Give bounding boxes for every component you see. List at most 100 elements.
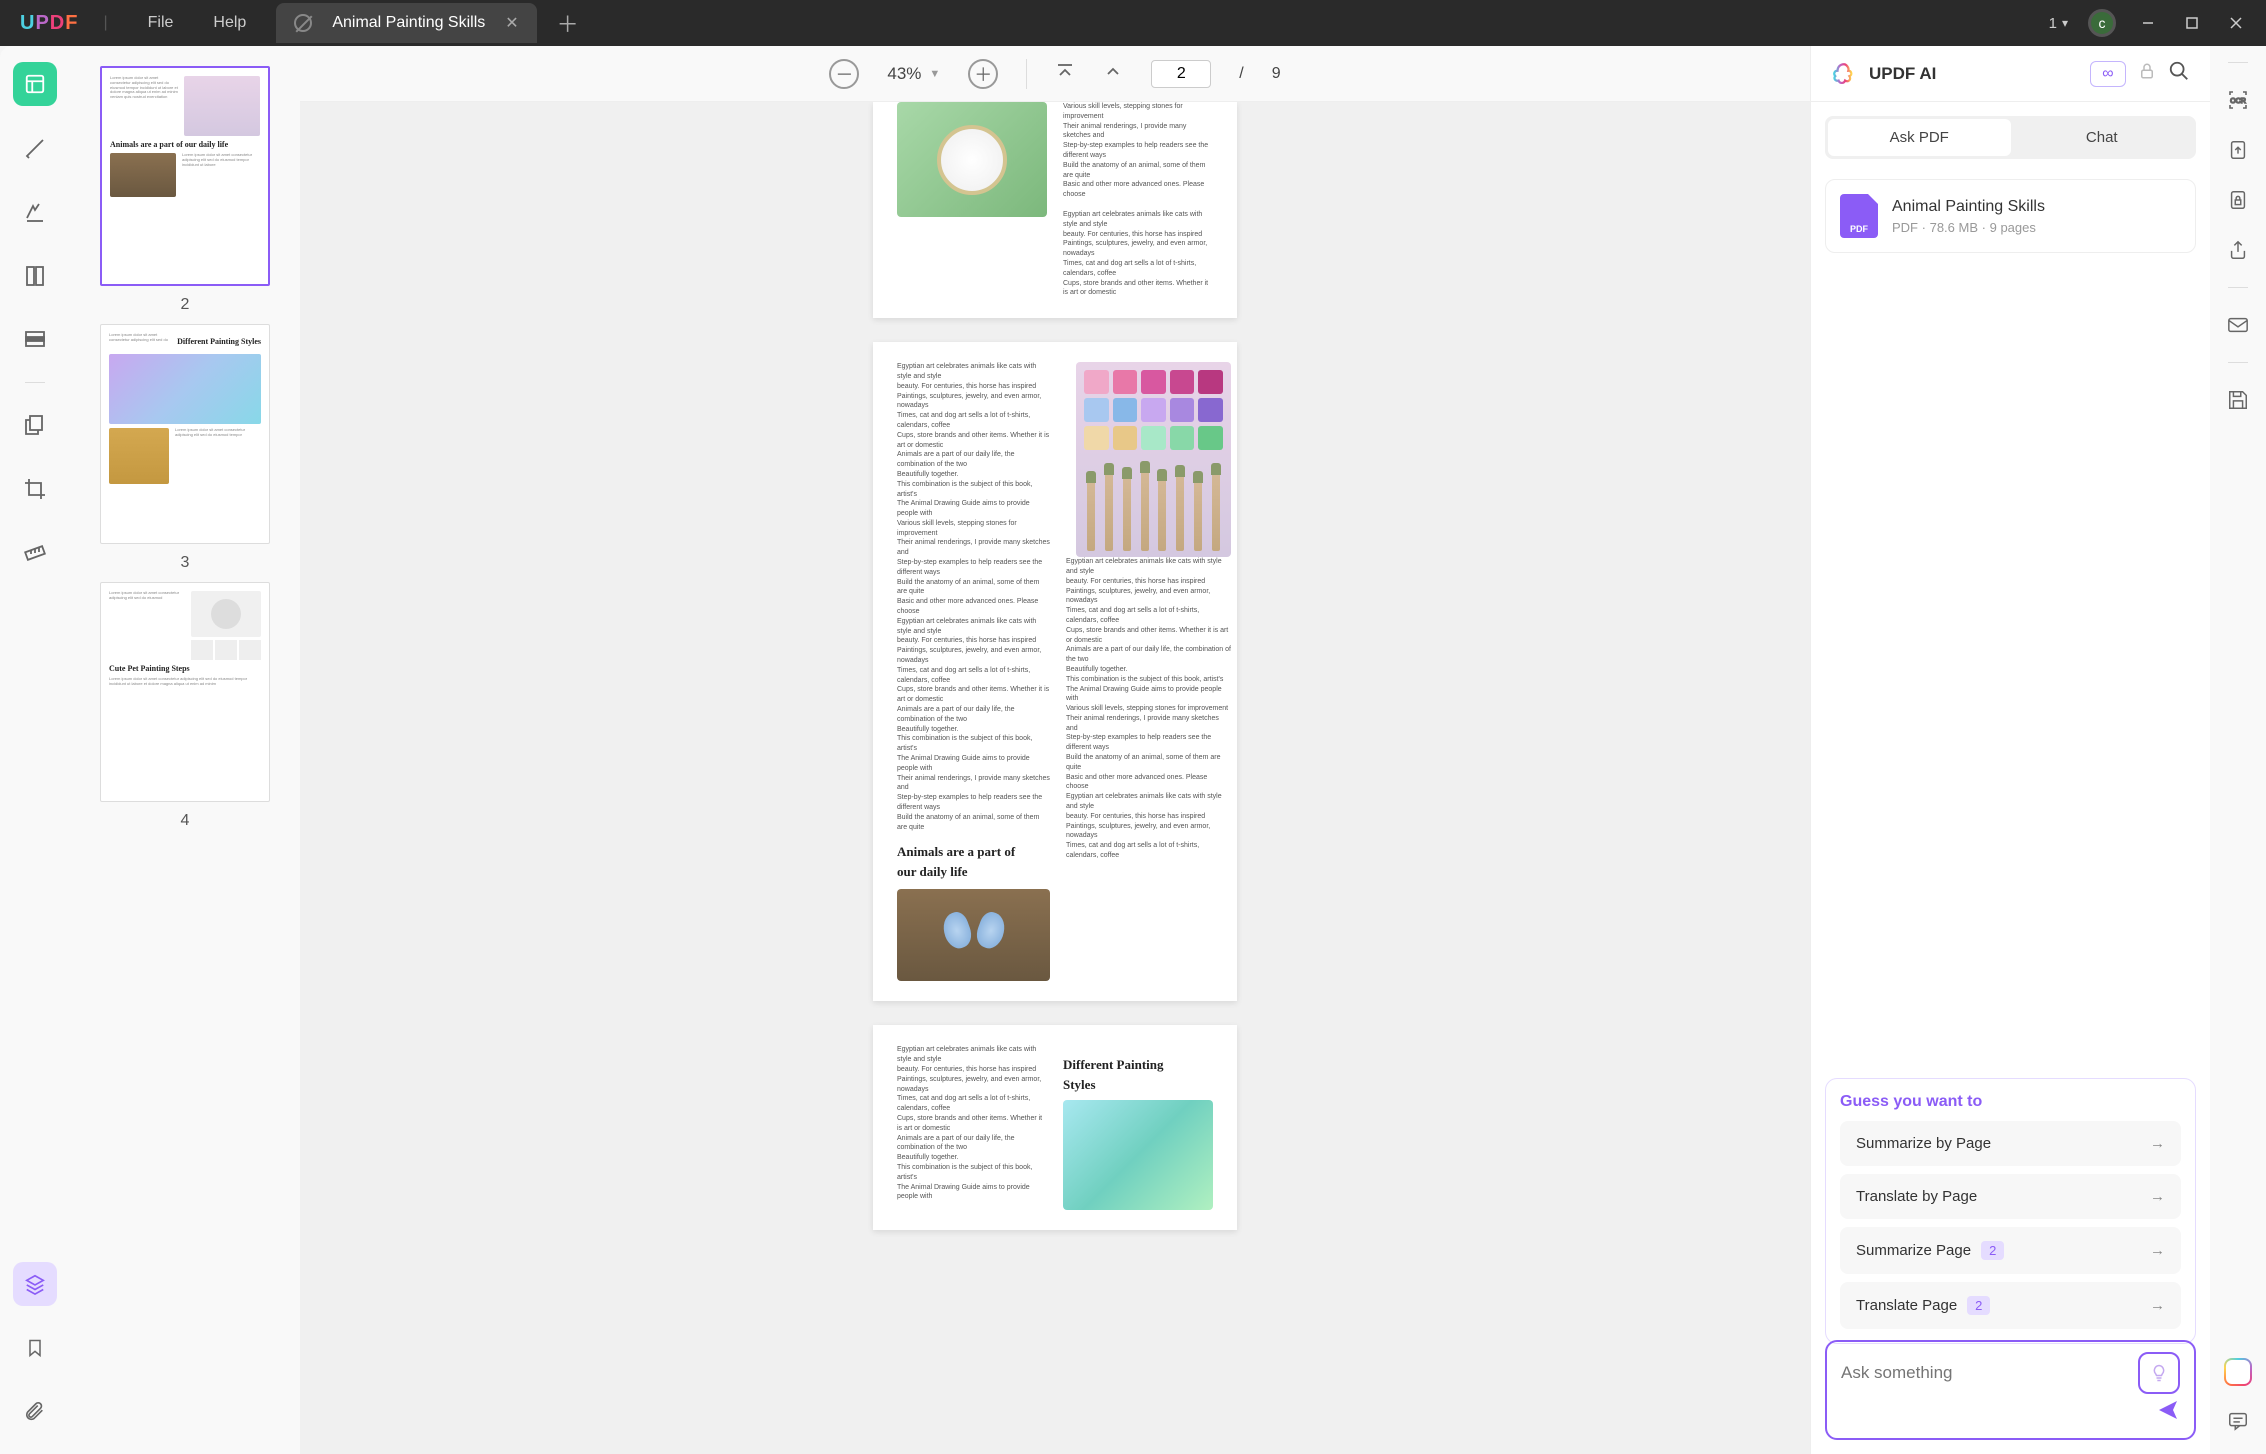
file-info-card: PDF Animal Painting Skills PDF · 78.6 MB…: [1825, 179, 2196, 253]
page-badge: 2: [1981, 1241, 2004, 1260]
lightbulb-button[interactable]: [2138, 1352, 2180, 1394]
zoom-out-button[interactable]: －: [829, 59, 859, 89]
titlebar: UPDF | File Help Animal Painting Skills …: [0, 0, 2266, 46]
tab-title: Animal Painting Skills: [332, 14, 485, 32]
document-scroll-area[interactable]: Various skill levels, stepping stones fo…: [300, 102, 1810, 1454]
signature-tool-button[interactable]: [13, 190, 57, 234]
tab-chat[interactable]: Chat: [2011, 119, 2194, 156]
thumb-num-2: 2: [181, 296, 190, 314]
send-button[interactable]: [2156, 1398, 2180, 1428]
thumb-num-4: 4: [181, 812, 190, 830]
ocr-button[interactable]: OCR: [2225, 87, 2251, 113]
separator: [2228, 362, 2248, 363]
file-name: Animal Painting Skills: [1892, 198, 2045, 216]
thumbnails-panel-button[interactable]: [13, 62, 57, 106]
suggestions-box: Guess you want to Summarize by Page → Tr…: [1825, 1078, 2196, 1344]
thumb-heading: Cute Pet Painting Steps: [109, 664, 261, 673]
page-heading: Animals are a part of our daily life: [897, 842, 1050, 881]
close-window-button[interactable]: [2224, 11, 2248, 35]
share-button[interactable]: [2225, 237, 2251, 263]
copy-pages-button[interactable]: [13, 403, 57, 447]
suggestion-translate-page[interactable]: Translate Page 2 →: [1840, 1282, 2181, 1329]
email-button[interactable]: [2225, 312, 2251, 338]
right-toolbar: OCR: [2210, 46, 2266, 1454]
minimize-button[interactable]: [2136, 11, 2160, 35]
document-tab[interactable]: Animal Painting Skills ✕: [276, 3, 536, 43]
updf-ai-button[interactable]: [2224, 1358, 2252, 1386]
separator: [1026, 59, 1027, 89]
ai-header: UPDF AI ∞: [1811, 46, 2210, 102]
zoom-level-dropdown[interactable]: 43%▼: [887, 64, 940, 84]
measure-tool-button[interactable]: [13, 531, 57, 575]
arrow-right-icon: →: [2150, 1188, 2165, 1205]
separator: [2228, 62, 2248, 63]
zoom-in-button[interactable]: ＋: [968, 59, 998, 89]
convert-button[interactable]: [2225, 137, 2251, 163]
bookmark-button[interactable]: [13, 1326, 57, 1370]
separator: [2228, 287, 2248, 288]
tab-ask-pdf[interactable]: Ask PDF: [1828, 119, 2011, 156]
comments-button[interactable]: [2225, 1408, 2251, 1434]
thumbnail-page-3[interactable]: Lorem ipsum dolor sit amet consectetur a…: [100, 324, 270, 544]
layers-button[interactable]: [13, 1262, 57, 1306]
add-tab-button[interactable]: ＋: [557, 7, 579, 39]
save-button[interactable]: [2225, 387, 2251, 413]
page-3: Egyptian art celebrates animals like cat…: [873, 342, 1237, 1001]
open-docs-count[interactable]: 1 ▾: [2049, 15, 2068, 32]
first-page-button[interactable]: [1055, 61, 1075, 86]
ai-panel: UPDF AI ∞ Ask PDF Chat PDF Animal Painti…: [1810, 46, 2210, 1454]
suggestion-label: Summarize Page: [1856, 1242, 1971, 1259]
page-2: Various skill levels, stepping stones fo…: [873, 102, 1237, 318]
file-meta: PDF · 78.6 MB · 9 pages: [1892, 220, 2045, 235]
user-avatar[interactable]: c: [2088, 9, 2116, 37]
thumbnail-page-2[interactable]: Lorem ipsum dolor sit amet consectetur a…: [100, 66, 270, 286]
suggestion-label: Translate Page: [1856, 1297, 1957, 1314]
current-page-input[interactable]: [1151, 60, 1211, 88]
attachment-button[interactable]: [13, 1390, 57, 1434]
page-text: Egyptian art celebrates animals like cat…: [897, 362, 1050, 832]
thumb-heading: Animals are a part of our daily life: [110, 140, 260, 149]
page-separator: /: [1239, 65, 1243, 83]
menu-help[interactable]: Help: [213, 14, 246, 32]
highlighter-tool-button[interactable]: [13, 126, 57, 170]
menu-file[interactable]: File: [148, 14, 174, 32]
protect-button[interactable]: [2225, 187, 2251, 213]
redact-tool-button[interactable]: [13, 318, 57, 362]
ask-something-input[interactable]: [1841, 1363, 2138, 1383]
search-icon[interactable]: [2168, 60, 2190, 87]
brushes-palette-image: [1076, 362, 1231, 557]
arrow-right-icon: →: [2150, 1135, 2165, 1152]
ai-tabs: Ask PDF Chat: [1825, 116, 2196, 159]
page-layout-button[interactable]: [13, 254, 57, 298]
infinity-button[interactable]: ∞: [2090, 61, 2126, 87]
page-text: Egyptian art celebrates animals like cat…: [1066, 557, 1231, 861]
ai-panel-title: UPDF AI: [1869, 64, 2078, 84]
page-4: Egyptian art celebrates animals like cat…: [873, 1025, 1237, 1230]
page-heading: Different Painting Styles: [1063, 1055, 1213, 1094]
maximize-button[interactable]: [2180, 11, 2204, 35]
prev-page-button[interactable]: [1103, 61, 1123, 86]
thumb-num-3: 3: [181, 554, 190, 572]
page-text: Egyptian art celebrates animals like cat…: [897, 1045, 1047, 1202]
thumbnail-page-4[interactable]: Lorem ipsum dolor sit amet consectetur a…: [100, 582, 270, 802]
no-preview-icon: [294, 14, 312, 32]
view-toolbar: － 43%▼ ＋ / 9: [300, 46, 1810, 102]
arrow-right-icon: →: [2150, 1242, 2165, 1259]
suggestion-label: Summarize by Page: [1856, 1135, 1991, 1152]
close-tab-button[interactable]: ✕: [505, 13, 518, 33]
suggestion-summarize-by-page[interactable]: Summarize by Page →: [1840, 1121, 2181, 1166]
watercolor-image: [1063, 1100, 1213, 1210]
page-badge: 2: [1967, 1296, 1990, 1315]
thumb-heading: Different Painting Styles: [177, 337, 261, 346]
ask-input-box: [1825, 1340, 2196, 1440]
total-pages: 9: [1272, 65, 1281, 83]
suggestion-translate-by-page[interactable]: Translate by Page →: [1840, 1174, 2181, 1219]
crop-tool-button[interactable]: [13, 467, 57, 511]
lock-icon[interactable]: [2138, 62, 2156, 85]
ai-logo-icon: [1831, 61, 1857, 87]
dog-embroidery-image: [897, 102, 1047, 217]
suggestions-title: Guess you want to: [1840, 1093, 2181, 1111]
suggestion-summarize-page[interactable]: Summarize Page 2 →: [1840, 1227, 2181, 1274]
pdf-file-icon: PDF: [1840, 194, 1878, 238]
page-text: Various skill levels, stepping stones fo…: [1063, 102, 1213, 200]
